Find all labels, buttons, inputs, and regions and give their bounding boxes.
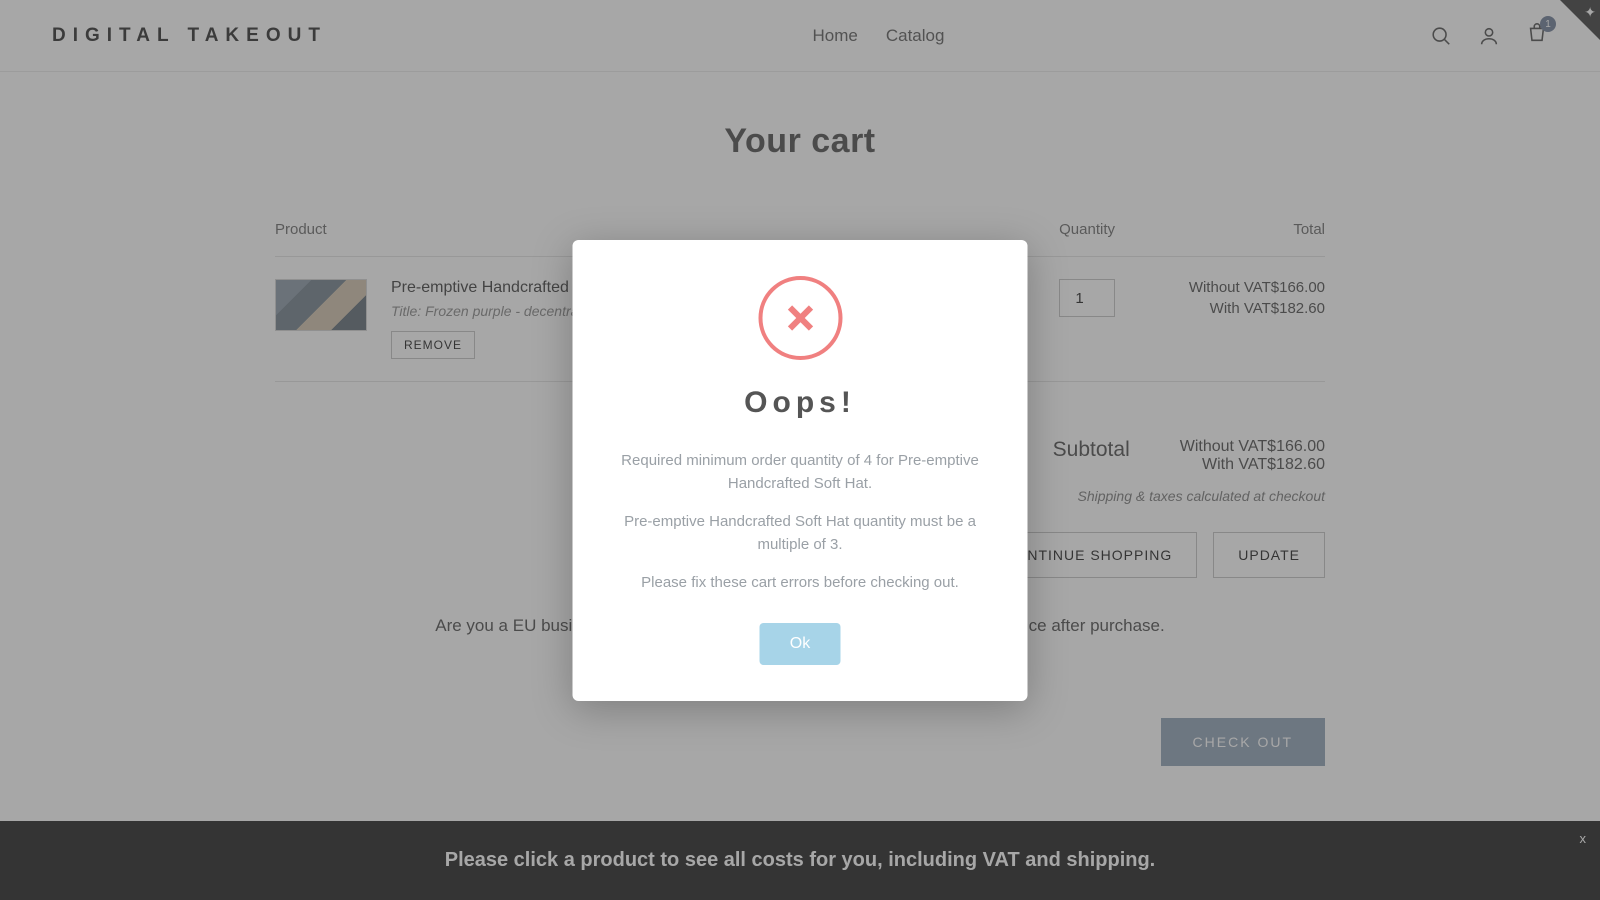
modal-message-3: Please fix these cart errors before chec… bbox=[609, 572, 992, 595]
error-icon bbox=[758, 276, 842, 360]
modal-message-2: Pre-emptive Handcrafted Soft Hat quantit… bbox=[609, 511, 992, 556]
modal-title: Oops! bbox=[609, 386, 992, 420]
modal-message-1: Required minimum order quantity of 4 for… bbox=[609, 450, 992, 495]
error-modal: Oops! Required minimum order quantity of… bbox=[573, 240, 1028, 701]
modal-ok-button[interactable]: Ok bbox=[760, 623, 840, 665]
